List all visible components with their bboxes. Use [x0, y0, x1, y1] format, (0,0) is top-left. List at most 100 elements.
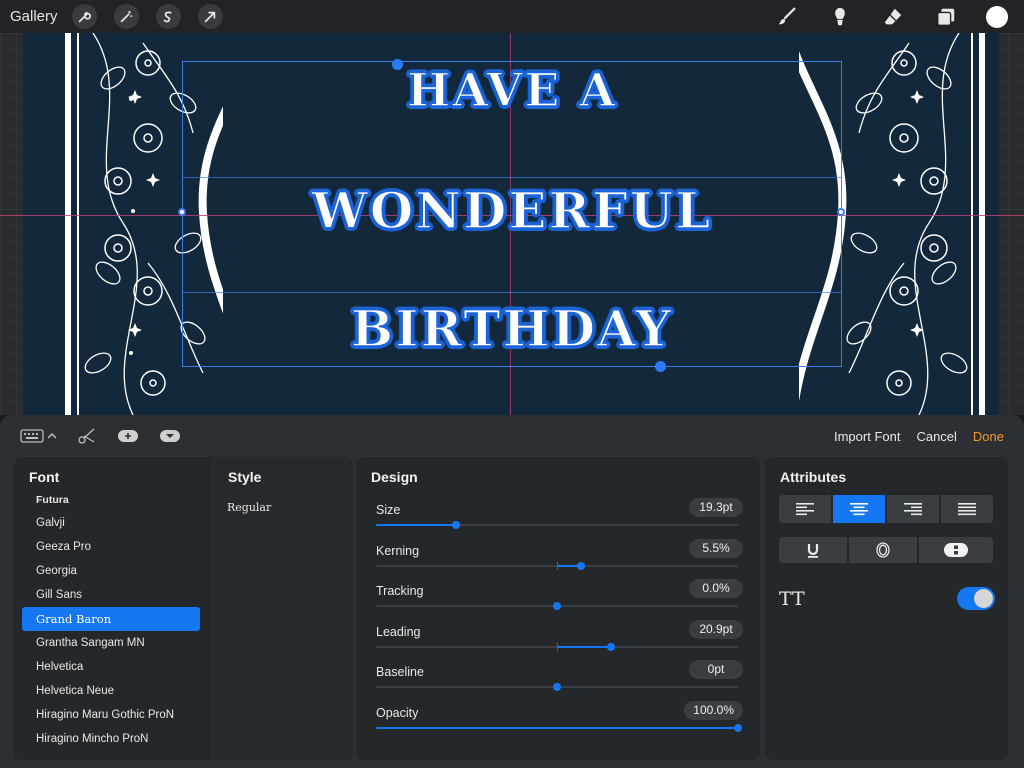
- eraser-icon: [884, 8, 902, 24]
- magic-wand-icon: [120, 10, 133, 22]
- vertical-text-button[interactable]: [919, 537, 993, 563]
- vertical-text-icon: [944, 543, 968, 557]
- outline-button[interactable]: [849, 537, 917, 563]
- design-slider[interactable]: [376, 602, 738, 611]
- underline-button[interactable]: [779, 537, 847, 563]
- style-item-regular[interactable]: Regular: [213, 493, 353, 514]
- design-slider[interactable]: [376, 683, 738, 692]
- design-value-field[interactable]: 0pt: [689, 660, 743, 680]
- tool-group: [747, 4, 1014, 30]
- color-picker-button[interactable]: [986, 5, 1008, 28]
- attributes-column-title: Attributes: [780, 469, 847, 485]
- design-row-kerning: Kerning 5.5%: [356, 534, 760, 574]
- design-slider[interactable]: [376, 521, 738, 529]
- selection-button[interactable]: [155, 4, 181, 29]
- layers-icon: [937, 8, 955, 26]
- design-label: Baseline: [376, 665, 424, 680]
- more-options-button[interactable]: [159, 429, 181, 443]
- slider-knob[interactable]: [451, 521, 460, 529]
- underline-icon: [807, 544, 819, 558]
- align-right-button[interactable]: [887, 495, 939, 523]
- canvas-area[interactable]: HAVE A WONDERFUL BIRTHDAY: [0, 33, 1024, 415]
- style-column-title: Style: [228, 469, 262, 485]
- brush-tool[interactable]: [774, 4, 800, 30]
- design-row-opacity: Opacity 100.0%: [356, 696, 760, 736]
- design-value-field[interactable]: 20.9pt: [689, 619, 743, 639]
- font-item[interactable]: Georgia: [22, 559, 200, 583]
- font-item[interactable]: Grantha Sangam MN: [22, 631, 200, 655]
- panel-actions: Import Font Cancel Done: [818, 429, 1004, 444]
- design-column: Design Size 19.3pt Kerning 5.5% Tracking 0.0%…: [356, 457, 760, 760]
- all-caps-toggle[interactable]: [957, 587, 995, 610]
- align-left-button[interactable]: [779, 495, 831, 523]
- slider-knob[interactable]: [576, 561, 585, 570]
- font-item[interactable]: Helvetica Neue: [22, 679, 200, 703]
- align-center-icon: [850, 503, 868, 516]
- design-value-field[interactable]: 5.5%: [689, 538, 743, 558]
- all-caps-label: TT: [779, 588, 805, 610]
- align-justify-button[interactable]: [941, 495, 993, 523]
- design-row-leading: Leading 20.9pt: [356, 615, 760, 655]
- actions-button[interactable]: [71, 4, 97, 29]
- design-label: Kerning: [376, 543, 420, 558]
- design-column-title: Design: [371, 469, 418, 485]
- font-column-title: Font: [29, 469, 60, 485]
- adjustments-button[interactable]: [113, 4, 139, 29]
- design-value-field[interactable]: 100.0%: [684, 701, 743, 720]
- cancel-button[interactable]: Cancel: [916, 429, 956, 444]
- text-end-handle[interactable]: [655, 361, 666, 372]
- design-label: Size: [376, 503, 401, 517]
- design-slider[interactable]: [376, 724, 742, 732]
- import-font-button[interactable]: Import Font: [834, 429, 900, 444]
- wrench-icon: [78, 11, 91, 22]
- font-item[interactable]: Grand Baron: [22, 607, 200, 631]
- design-row-size: Size 19.3pt: [356, 493, 760, 533]
- slider-knob[interactable]: [734, 724, 742, 732]
- layers-tool[interactable]: [933, 4, 959, 30]
- text-line-2[interactable]: WONDERFUL: [182, 180, 842, 241]
- font-item[interactable]: Hiragino Maru Gothic ProN: [22, 703, 200, 727]
- font-item[interactable]: Geeza Pro: [22, 535, 200, 559]
- align-justify-icon: [958, 503, 976, 516]
- slider-fill: [376, 727, 738, 729]
- format-buttons: [779, 537, 995, 563]
- slider-knob[interactable]: [607, 642, 616, 651]
- design-slider[interactable]: [376, 642, 738, 651]
- design-value-field[interactable]: 19.3pt: [689, 498, 743, 517]
- chevron-down-bubble-icon: [160, 430, 180, 442]
- design-slider[interactable]: [376, 561, 738, 570]
- design-value-field[interactable]: 0.0%: [689, 579, 743, 599]
- font-item[interactable]: Futura: [22, 493, 200, 511]
- font-list[interactable]: Futura Galvji Geeza Pro Georgia Gill Sans Gra…: [14, 493, 212, 751]
- font-item[interactable]: Galvji: [22, 511, 200, 535]
- align-left-icon: [796, 503, 814, 516]
- text-line-3[interactable]: BIRTHDAY: [182, 298, 842, 359]
- design-row-tracking: Tracking 0.0%: [356, 574, 760, 614]
- smudge-tool[interactable]: [827, 4, 853, 30]
- font-item[interactable]: Helvetica: [22, 655, 200, 679]
- gallery-button[interactable]: Gallery: [10, 8, 58, 25]
- keyboard-icon: [20, 429, 44, 443]
- paste-button[interactable]: [117, 429, 139, 443]
- font-item[interactable]: Hiragino Mincho ProN: [22, 727, 200, 751]
- cut-button[interactable]: [77, 427, 97, 445]
- font-item[interactable]: Gill Sans: [22, 583, 200, 607]
- chevron-up-icon: [47, 432, 57, 439]
- text-line-1[interactable]: HAVE A: [182, 62, 842, 118]
- text-line-guide: [183, 177, 841, 178]
- align-center-button[interactable]: [833, 495, 885, 523]
- slider-knob[interactable]: [553, 683, 561, 692]
- brush-icon: [778, 7, 796, 24]
- design-label: Opacity: [376, 706, 419, 720]
- transform-button[interactable]: [197, 4, 223, 29]
- slider-knob[interactable]: [553, 602, 561, 611]
- plus-bubble-icon: [118, 430, 138, 442]
- eraser-tool[interactable]: [880, 4, 906, 30]
- design-label: Leading: [376, 624, 421, 639]
- toggle-thumb: [974, 589, 993, 608]
- done-button[interactable]: Done: [973, 429, 1004, 444]
- font-column: Font Futura Galvji Geeza Pro Georgia Gill Sa…: [14, 457, 212, 760]
- slider-fill: [557, 645, 612, 648]
- keyboard-toggle-button[interactable]: [20, 429, 57, 443]
- all-caps-row: TT: [779, 585, 995, 613]
